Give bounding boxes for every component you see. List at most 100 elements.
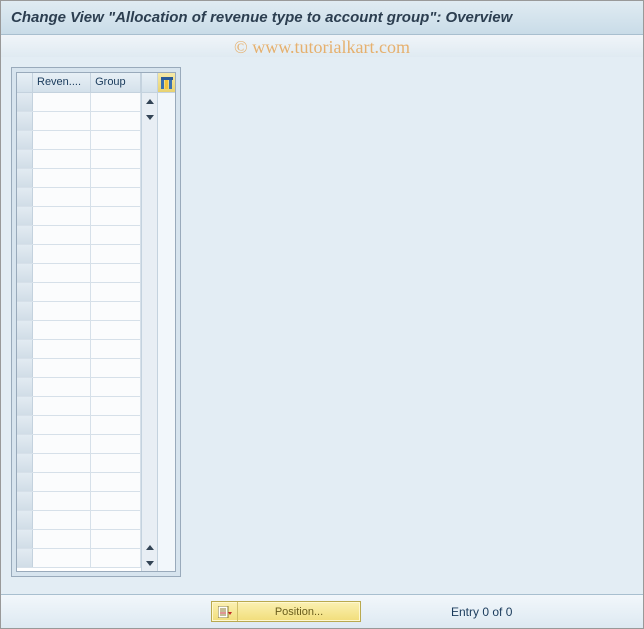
cell-group[interactable] bbox=[91, 454, 141, 472]
scroll-track[interactable] bbox=[142, 125, 157, 539]
scroll-up-button[interactable] bbox=[142, 93, 157, 109]
cell-group[interactable] bbox=[91, 530, 141, 548]
grid-columns: Reven.... Group bbox=[17, 73, 141, 571]
row-selector[interactable] bbox=[17, 473, 33, 491]
grid-config-column bbox=[157, 73, 175, 571]
row-selector[interactable] bbox=[17, 302, 33, 320]
table-row bbox=[17, 131, 141, 150]
row-selector[interactable] bbox=[17, 530, 33, 548]
cell-revenue[interactable] bbox=[33, 321, 91, 339]
cell-revenue[interactable] bbox=[33, 454, 91, 472]
cell-group[interactable] bbox=[91, 245, 141, 263]
row-selector[interactable] bbox=[17, 188, 33, 206]
cell-revenue[interactable] bbox=[33, 397, 91, 415]
cell-revenue[interactable] bbox=[33, 226, 91, 244]
cell-group[interactable] bbox=[91, 359, 141, 377]
cell-group[interactable] bbox=[91, 302, 141, 320]
cell-revenue[interactable] bbox=[33, 511, 91, 529]
cell-group[interactable] bbox=[91, 511, 141, 529]
position-button-label: Position... bbox=[238, 606, 360, 618]
scroll-up-button-2[interactable] bbox=[142, 539, 157, 555]
cell-group[interactable] bbox=[91, 416, 141, 434]
cell-group[interactable] bbox=[91, 283, 141, 301]
row-selector[interactable] bbox=[17, 378, 33, 396]
cell-group[interactable] bbox=[91, 492, 141, 510]
entry-status: Entry 0 of 0 bbox=[451, 605, 512, 619]
row-selector[interactable] bbox=[17, 321, 33, 339]
grid-body bbox=[17, 93, 141, 568]
cell-revenue[interactable] bbox=[33, 302, 91, 320]
row-selector[interactable] bbox=[17, 340, 33, 358]
status-bar: Position... Entry 0 of 0 bbox=[1, 594, 643, 628]
row-selector[interactable] bbox=[17, 131, 33, 149]
cell-group[interactable] bbox=[91, 321, 141, 339]
cell-group[interactable] bbox=[91, 378, 141, 396]
row-selector[interactable] bbox=[17, 169, 33, 187]
cell-group[interactable] bbox=[91, 131, 141, 149]
table-row bbox=[17, 473, 141, 492]
cell-revenue[interactable] bbox=[33, 530, 91, 548]
column-header-group[interactable]: Group bbox=[91, 73, 141, 92]
table-row bbox=[17, 226, 141, 245]
cell-revenue[interactable] bbox=[33, 169, 91, 187]
row-selector[interactable] bbox=[17, 245, 33, 263]
cell-group[interactable] bbox=[91, 207, 141, 225]
cell-group[interactable] bbox=[91, 435, 141, 453]
column-header-revenue[interactable]: Reven.... bbox=[33, 73, 91, 92]
cell-group[interactable] bbox=[91, 473, 141, 491]
cell-group[interactable] bbox=[91, 397, 141, 415]
row-selector[interactable] bbox=[17, 416, 33, 434]
table-settings-button[interactable] bbox=[158, 73, 175, 93]
cell-revenue[interactable] bbox=[33, 359, 91, 377]
row-selector[interactable] bbox=[17, 112, 33, 130]
table-row bbox=[17, 397, 141, 416]
row-selector[interactable] bbox=[17, 150, 33, 168]
cell-group[interactable] bbox=[91, 112, 141, 130]
cell-revenue[interactable] bbox=[33, 245, 91, 263]
row-selector[interactable] bbox=[17, 454, 33, 472]
cell-group[interactable] bbox=[91, 169, 141, 187]
table-row bbox=[17, 169, 141, 188]
cell-revenue[interactable] bbox=[33, 549, 91, 567]
cell-group[interactable] bbox=[91, 264, 141, 282]
row-selector[interactable] bbox=[17, 283, 33, 301]
cell-revenue[interactable] bbox=[33, 188, 91, 206]
cell-revenue[interactable] bbox=[33, 150, 91, 168]
position-button[interactable]: Position... bbox=[211, 601, 361, 622]
cell-group[interactable] bbox=[91, 150, 141, 168]
cell-revenue[interactable] bbox=[33, 93, 91, 111]
cell-group[interactable] bbox=[91, 340, 141, 358]
scroll-down-button[interactable] bbox=[142, 109, 157, 125]
cell-revenue[interactable] bbox=[33, 435, 91, 453]
scroll-header-gap bbox=[142, 73, 157, 93]
table-row bbox=[17, 283, 141, 302]
row-selector[interactable] bbox=[17, 359, 33, 377]
cell-revenue[interactable] bbox=[33, 378, 91, 396]
cell-group[interactable] bbox=[91, 188, 141, 206]
cell-revenue[interactable] bbox=[33, 283, 91, 301]
row-selector[interactable] bbox=[17, 397, 33, 415]
cell-group[interactable] bbox=[91, 93, 141, 111]
cell-revenue[interactable] bbox=[33, 264, 91, 282]
cell-revenue[interactable] bbox=[33, 416, 91, 434]
cell-revenue[interactable] bbox=[33, 340, 91, 358]
cell-group[interactable] bbox=[91, 226, 141, 244]
row-selector[interactable] bbox=[17, 226, 33, 244]
row-selector[interactable] bbox=[17, 435, 33, 453]
cell-revenue[interactable] bbox=[33, 492, 91, 510]
row-selector[interactable] bbox=[17, 492, 33, 510]
row-selector[interactable] bbox=[17, 93, 33, 111]
row-selector[interactable] bbox=[17, 511, 33, 529]
cell-revenue[interactable] bbox=[33, 473, 91, 491]
row-selector[interactable] bbox=[17, 549, 33, 567]
table-frame: Reven.... Group bbox=[11, 67, 181, 577]
select-all-handle[interactable] bbox=[17, 73, 33, 92]
cell-group[interactable] bbox=[91, 549, 141, 567]
row-selector[interactable] bbox=[17, 264, 33, 282]
cell-revenue[interactable] bbox=[33, 131, 91, 149]
vertical-scrollbar[interactable] bbox=[141, 73, 157, 571]
cell-revenue[interactable] bbox=[33, 112, 91, 130]
cell-revenue[interactable] bbox=[33, 207, 91, 225]
row-selector[interactable] bbox=[17, 207, 33, 225]
scroll-down-button-2[interactable] bbox=[142, 555, 157, 571]
